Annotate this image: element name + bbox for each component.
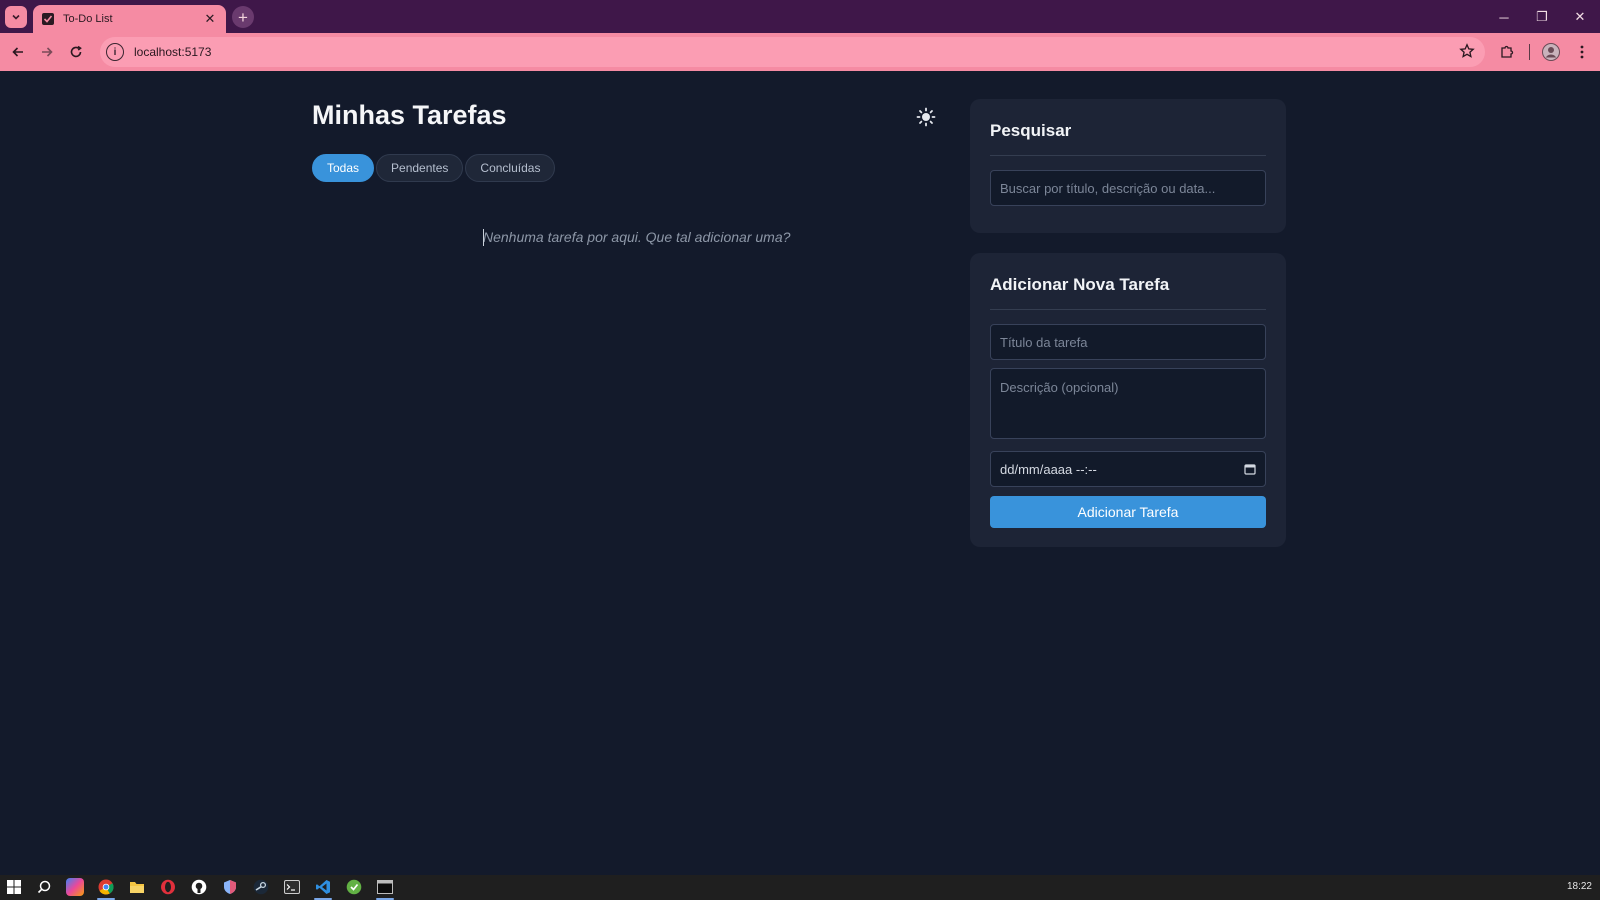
github-icon[interactable] [190, 878, 208, 896]
task-due-date-input[interactable]: dd/mm/aaaa --:-- [990, 451, 1266, 487]
close-tab-icon[interactable]: ✕ [202, 11, 218, 27]
file-explorer-icon[interactable] [128, 878, 146, 896]
profile-avatar[interactable] [1541, 42, 1561, 62]
chevron-down-icon [12, 14, 20, 20]
windows-start-icon[interactable] [5, 878, 23, 896]
add-task-button[interactable]: Adicionar Tarefa [990, 496, 1266, 528]
arrow-right-icon [42, 47, 53, 57]
new-task-card: Adicionar Nova Tarefa Título da tarefa D… [970, 253, 1286, 547]
date-value: dd/mm/aaaa --:-- [1000, 461, 1097, 477]
new-tab-button[interactable]: + [232, 6, 254, 28]
reload-icon [70, 45, 82, 58]
site-info-icon[interactable]: i [106, 43, 124, 61]
text-cursor [483, 229, 484, 246]
extensions-button[interactable] [1497, 42, 1517, 62]
puzzle-icon [1501, 45, 1514, 58]
reload-button[interactable] [66, 42, 86, 62]
browser-tab[interactable]: To-Do List ✕ [33, 5, 226, 33]
search-input[interactable]: Buscar por título, descrição ou data... [990, 170, 1266, 206]
taskbar-clock: 18:22 [1566, 881, 1592, 892]
avatar-icon [1542, 43, 1560, 61]
chrome-icon[interactable] [97, 878, 115, 896]
more-vertical-icon [1580, 45, 1584, 59]
arrow-left-icon [12, 47, 23, 57]
close-window-button[interactable]: ✕ [1562, 6, 1598, 28]
task-title-input[interactable]: Título da tarefa [990, 324, 1266, 360]
forward-button[interactable] [37, 42, 57, 62]
browser-tab-bar: To-Do List ✕ + ─ ❐ ✕ [0, 0, 1600, 33]
steam-icon[interactable] [252, 878, 270, 896]
theme-toggle-button[interactable] [915, 106, 937, 128]
opera-icon[interactable] [159, 878, 177, 896]
green-app-icon[interactable] [345, 878, 363, 896]
app-shield-icon[interactable] [221, 878, 239, 896]
minimize-button[interactable]: ─ [1486, 6, 1522, 28]
page-title: Minhas Tarefas [312, 100, 507, 130]
terminal-icon[interactable] [283, 878, 301, 896]
checklist-icon [41, 12, 55, 26]
tab-search-button[interactable] [5, 6, 27, 28]
address-bar[interactable]: i localhost:5173 [100, 37, 1485, 67]
vscode-icon[interactable] [314, 878, 332, 896]
empty-state-message: Nenhuma tarefa por aqui. Que tal adicion… [483, 229, 791, 245]
tab-title: To-Do List [63, 13, 113, 25]
browser-toolbar: i localhost:5173 [0, 33, 1600, 71]
search-icon[interactable] [35, 878, 53, 896]
back-button[interactable] [8, 42, 28, 62]
filter-completed-button[interactable]: Concluídas [465, 154, 556, 182]
filter-pending-button[interactable]: Pendentes [376, 154, 464, 182]
os-taskbar: 18:22 [0, 875, 1600, 900]
task-description-input[interactable]: Descrição (opcional) [990, 368, 1266, 439]
sun-icon [916, 107, 936, 127]
bookmark-star-icon[interactable] [1459, 43, 1475, 64]
copilot-icon[interactable] [66, 878, 84, 896]
url-text: localhost:5173 [134, 45, 212, 59]
filter-tabs: Todas Pendentes Concluídas [312, 154, 556, 182]
browser-menu-button[interactable] [1572, 42, 1592, 62]
restore-button[interactable]: ❐ [1524, 6, 1560, 28]
console-window-icon[interactable] [376, 878, 394, 896]
calendar-icon[interactable] [1244, 463, 1256, 475]
search-card: Pesquisar Buscar por título, descrição o… [970, 99, 1286, 233]
filter-all-button[interactable]: Todas [312, 154, 375, 182]
toolbar-divider [1529, 44, 1530, 60]
new-task-heading: Adicionar Nova Tarefa [990, 253, 1266, 310]
search-heading: Pesquisar [990, 99, 1266, 156]
